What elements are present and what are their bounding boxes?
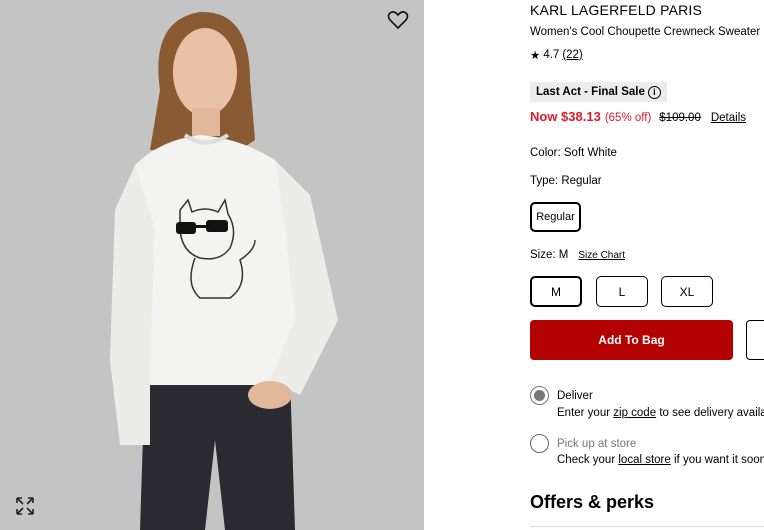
brand-name[interactable]: KARL LAGERFELD PARIS (530, 2, 702, 18)
divider (530, 526, 764, 527)
add-to-bag-button[interactable]: Add To Bag (530, 320, 733, 360)
zip-code-link[interactable]: zip code (613, 407, 656, 419)
size-row: Size: M Size Chart (530, 249, 625, 261)
size-label: Size: M (530, 249, 569, 261)
size-button-xl[interactable]: XL (661, 276, 713, 307)
color-label: Color: Soft White (530, 147, 617, 159)
deliver-title: Deliver (557, 390, 593, 402)
original-price: $109.00 (659, 112, 701, 124)
secondary-action-button[interactable] (746, 320, 764, 360)
pickup-suffix: if you want it soone (674, 454, 764, 466)
pickup-subtext: Check your local store if you want it so… (557, 454, 764, 466)
deliver-radio[interactable] (530, 386, 549, 405)
review-count-link[interactable]: (22) (562, 49, 582, 61)
discount-percent: (65% off) (604, 112, 652, 124)
favorite-heart-icon[interactable] (386, 8, 410, 32)
model-illustration (110, 11, 338, 530)
deliver-prefix: Enter your (557, 407, 611, 419)
type-label: Type: Regular (530, 175, 602, 187)
sale-badge-label: Last Act - Final Sale (536, 86, 645, 98)
size-button-m[interactable]: M (530, 276, 582, 307)
deliver-subtext: Enter your zip code to see delivery avai… (557, 407, 764, 419)
pickup-prefix: Check your (557, 454, 616, 466)
size-chart-link[interactable]: Size Chart (578, 250, 625, 261)
offers-heading: Offers & perks (530, 492, 655, 512)
product-title: Women's Cool Choupette Crewneck Sweater (530, 26, 761, 38)
pickup-title: Pick up at store (557, 438, 637, 450)
star-icon: ★ (530, 50, 541, 62)
details-link[interactable]: Details (711, 112, 746, 124)
rating-value: 4.7 (543, 49, 560, 61)
pickup-radio[interactable] (530, 434, 549, 453)
product-image[interactable] (0, 0, 424, 530)
now-price: Now $38.13 (530, 109, 601, 124)
sale-badge: Last Act - Final Sale i (530, 82, 667, 102)
deliver-suffix: to see delivery availab (659, 407, 764, 419)
size-button-l[interactable]: L (596, 276, 648, 307)
info-icon[interactable]: i (647, 85, 661, 99)
expand-icon[interactable] (13, 494, 37, 518)
price-row: Now $38.13 (65% off) $109.00 Details (530, 109, 746, 124)
local-store-link[interactable]: local store (618, 454, 670, 466)
rating: ★ 4.7 (22) (530, 48, 583, 62)
type-regular-button[interactable]: Regular (530, 202, 581, 232)
